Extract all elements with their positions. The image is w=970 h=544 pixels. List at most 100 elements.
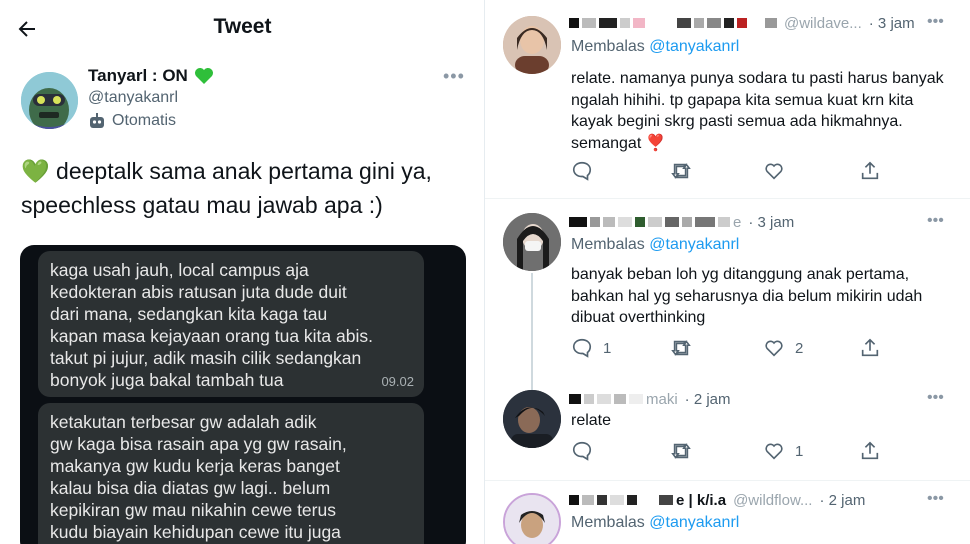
reply-author-row[interactable]: e | k/i.a @wildflow... · 2 jam [569, 491, 865, 509]
like-button[interactable] [763, 160, 795, 182]
chat-line: kalau bisa dia diatas gw lagi.. belum [50, 478, 331, 498]
chat-line: kapan masa kejayaan orang tua kita abis. [50, 326, 373, 346]
replies-pane: @wildave... · 3 jam ••• Membalas @tanyak… [485, 0, 970, 544]
share-button[interactable] [859, 337, 881, 359]
reply-item[interactable]: e | k/i.a @wildflow... · 2 jam ••• Memba… [485, 481, 970, 544]
tweet-text: 💚 deeptalk sama anak pertama gini ya, sp… [21, 158, 432, 218]
heart-icon [765, 443, 783, 460]
replying-mention[interactable]: @tanyakanrl [649, 514, 739, 531]
reply-author-row[interactable]: e · 3 jam [569, 213, 794, 231]
reply-author-row[interactable]: maki · 2 jam [569, 390, 731, 408]
retweet-button[interactable] [669, 337, 693, 359]
retweet-icon [671, 443, 691, 459]
chat-line: dari mana, sedangkan kita kaga tau [50, 304, 328, 324]
page-title: Tweet [213, 15, 272, 38]
reply-actions [571, 160, 951, 184]
like-button[interactable]: 2 [763, 337, 803, 359]
reply-item[interactable]: @wildave... · 3 jam ••• Membalas @tanyak… [485, 0, 970, 198]
reply-button[interactable] [571, 160, 603, 182]
reply-time: · 2 jam [819, 491, 866, 509]
author-handle[interactable]: @tanyakanrl [88, 89, 178, 107]
user-photo-icon [503, 390, 561, 448]
reply-icon [572, 338, 592, 358]
user-photo-icon [505, 495, 559, 544]
like-count: 2 [795, 339, 804, 357]
more-horizontal-icon[interactable]: ••• [927, 490, 944, 508]
reply-text: relate. namanya punya sodara tu pasti ha… [571, 70, 944, 152]
reply-actions: 1 [571, 440, 951, 464]
chat-line: bonyok juga bakal tambah tua [50, 370, 284, 390]
chat-line: gw kaga bisa rasain apa yg gw rasain, [50, 434, 347, 454]
replying-mention[interactable]: @tanyakanrl [649, 236, 739, 253]
chat-timestamp: 09.02 [381, 374, 414, 389]
reply-handle: @wildflow... [733, 491, 813, 509]
reply-handle: maki [646, 390, 678, 408]
share-icon [861, 441, 879, 460]
reply-button[interactable]: 1 [571, 337, 611, 359]
like-button[interactable]: 1 [763, 440, 803, 462]
automated-label-text: Otomatis [112, 112, 177, 129]
chat-bubble: kaga usah jauh, local campus aja kedokte… [38, 251, 424, 397]
avatar[interactable] [503, 213, 561, 271]
retweet-icon [671, 163, 691, 179]
retweet-button[interactable] [669, 440, 693, 462]
replying-to: Membalas @tanyakanrl [571, 236, 739, 254]
reply-author-row[interactable]: @wildave... · 3 jam [569, 14, 915, 32]
replying-prefix: Membalas [571, 236, 645, 253]
replying-to: Membalas @tanyakanrl [571, 514, 739, 532]
share-button[interactable] [859, 160, 881, 182]
heart-icon [765, 340, 783, 357]
reply-icon [572, 441, 592, 461]
avatar[interactable] [503, 16, 561, 74]
chat-line: kaga usah jauh, local campus aja [50, 260, 309, 280]
author-name-text: Tanyarl : ON [88, 66, 188, 85]
chat-line: kepikiran gw mau nikahin cewe terus [50, 500, 336, 520]
avatar[interactable] [503, 493, 561, 544]
more-horizontal-icon[interactable]: ••• [927, 13, 944, 31]
share-icon [861, 161, 879, 180]
retweet-icon [671, 340, 691, 356]
user-photo-icon [503, 213, 561, 271]
replying-mention[interactable]: @tanyakanrl [649, 38, 739, 55]
reply-count: 1 [603, 339, 612, 357]
reply-author-name: e | k/i.a [676, 491, 727, 509]
replying-prefix: Membalas [571, 514, 645, 531]
replying-prefix: Membalas [571, 38, 645, 55]
chat-line: ketakutan terbesar gw adalah adik [50, 412, 317, 432]
chat-line: kedokteran abis ratusan juta dude duit [50, 282, 347, 302]
main-tweet-pane: Tweet Tanyarl : ON @tanyakanrl Otomatis … [0, 0, 485, 544]
avatar[interactable] [503, 390, 561, 448]
share-icon [861, 338, 879, 357]
automated-label: Otomatis [88, 112, 176, 130]
reply-item[interactable]: e · 3 jam ••• Membalas @tanyakanrl banya… [485, 199, 970, 393]
reply-button[interactable] [571, 440, 603, 462]
reply-actions: 1 2 [571, 337, 951, 361]
reply-item[interactable]: maki · 2 jam ••• relate 1 [485, 384, 970, 480]
more-horizontal-icon[interactable]: ••• [927, 389, 944, 407]
reply-time: · 3 jam [868, 14, 915, 32]
retweet-button[interactable] [669, 160, 693, 182]
author-name[interactable]: Tanyarl : ON [88, 66, 214, 86]
reply-text: relate [571, 412, 612, 429]
reply-time: · 3 jam [748, 213, 795, 231]
green-heart-icon [194, 68, 213, 84]
tweet-media-screenshot[interactable]: kaga usah jauh, local campus aja kedokte… [20, 245, 466, 544]
cartoon-avatar-icon [21, 72, 78, 129]
chat-bubble: ketakutan terbesar gw adalah adik gw kag… [38, 403, 424, 544]
chat-line: makanya gw kudu kerja keras banget [50, 456, 340, 476]
chat-line: kudu biayain kehidupan cewe itu juga [50, 522, 341, 542]
replying-to: Membalas @tanyakanrl [571, 38, 739, 56]
user-photo-icon [503, 16, 561, 74]
more-horizontal-icon[interactable]: ••• [443, 66, 465, 87]
thread-line [531, 273, 533, 393]
more-horizontal-icon[interactable]: ••• [927, 212, 944, 230]
robot-icon [90, 113, 104, 128]
like-count: 1 [795, 442, 804, 460]
reply-handle: e [733, 213, 742, 231]
reply-handle: @wildave... [784, 14, 862, 32]
heart-icon [765, 163, 783, 180]
share-button[interactable] [859, 440, 881, 462]
author-avatar[interactable] [21, 72, 78, 129]
reply-time: · 2 jam [684, 390, 731, 408]
reply-text: banyak beban loh yg ditanggung anak pert… [571, 266, 923, 326]
